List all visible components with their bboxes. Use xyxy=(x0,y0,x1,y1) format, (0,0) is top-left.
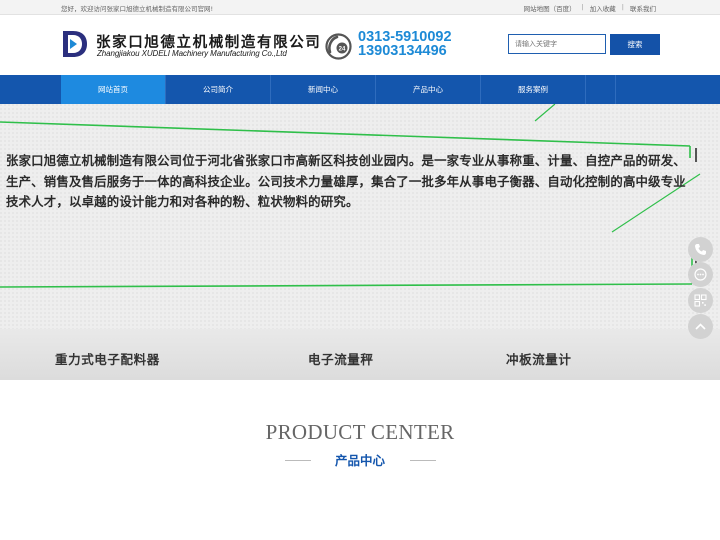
banner-product-2[interactable]: 电子流量秤 xyxy=(308,349,374,368)
hotline-24h-icon: 24 xyxy=(325,33,352,60)
top-bar: 您好，欢迎访问张家口旭德立机械制造有限公司官网! 网站地图（百度） | 加入收藏… xyxy=(0,0,720,15)
side-phone-button[interactable] xyxy=(688,237,713,262)
add-favorite-link[interactable]: 加入收藏 xyxy=(590,3,616,13)
product-center-title-en: PRODUCT CENTER xyxy=(265,420,455,444)
chevron-up-icon xyxy=(695,323,706,330)
chat-icon xyxy=(694,268,707,281)
title-divider-right xyxy=(410,460,436,461)
banner-product-3[interactable]: 冲板流量计 xyxy=(506,349,572,368)
welcome-text: 您好，欢迎访问张家口旭德立机械制造有限公司官网! xyxy=(61,5,214,13)
qrcode-icon xyxy=(694,294,707,307)
nav-item-news[interactable]: 新闻中心 xyxy=(271,75,376,104)
company-logo-icon[interactable] xyxy=(61,29,89,59)
product-center-title-cn: 产品中心 xyxy=(334,453,385,468)
phone-icon xyxy=(695,244,706,255)
side-back-to-top-button[interactable] xyxy=(688,314,713,339)
header: 张家口旭德立机械制造有限公司 Zhangjiakou XUDELI Machin… xyxy=(0,15,720,75)
nav-item-products[interactable]: 产品中心 xyxy=(376,75,481,104)
nav-item-about[interactable]: 公司简介 xyxy=(166,75,271,104)
top-links: 网站地图（百度） | 加入收藏 | 联系我们 xyxy=(524,3,656,13)
contact-us-link[interactable]: 联系我们 xyxy=(630,3,656,13)
banner-product-1[interactable]: 重力式电子配料器 xyxy=(55,349,160,368)
nav-item-home[interactable]: 网站首页 xyxy=(61,75,166,104)
hero-banner[interactable]: 张家口旭德立机械制造有限公司位于河北省张家口市高新区科技创业园内。是一家专业从事… xyxy=(0,104,720,380)
sitemap-link[interactable]: 网站地图（百度） xyxy=(524,3,576,13)
banner-product-strip: 重力式电子配料器 电子流量秤 冲板流量计 xyxy=(0,329,720,380)
side-chat-button[interactable] xyxy=(688,262,713,287)
search-input[interactable] xyxy=(508,34,606,54)
divider: | xyxy=(581,3,584,11)
main-nav: 网站首页 公司简介 新闻中心 产品中心 服务案例 xyxy=(0,75,720,104)
banner-intro-text: 张家口旭德立机械制造有限公司位于河北省张家口市高新区科技创业园内。是一家专业从事… xyxy=(6,153,686,209)
hotline-24-label: 24 xyxy=(339,46,346,52)
divider: | xyxy=(621,3,624,11)
search-button[interactable]: 搜索 xyxy=(610,34,660,55)
phone-number-2: 13903134496 xyxy=(358,43,447,59)
side-qrcode-button[interactable] xyxy=(688,288,713,313)
nav-item-cases[interactable]: 服务案例 xyxy=(481,75,586,104)
company-name-en: Zhangjiakou XUDELI Machinery Manufacturi… xyxy=(97,49,287,58)
nav-divider xyxy=(586,75,616,104)
